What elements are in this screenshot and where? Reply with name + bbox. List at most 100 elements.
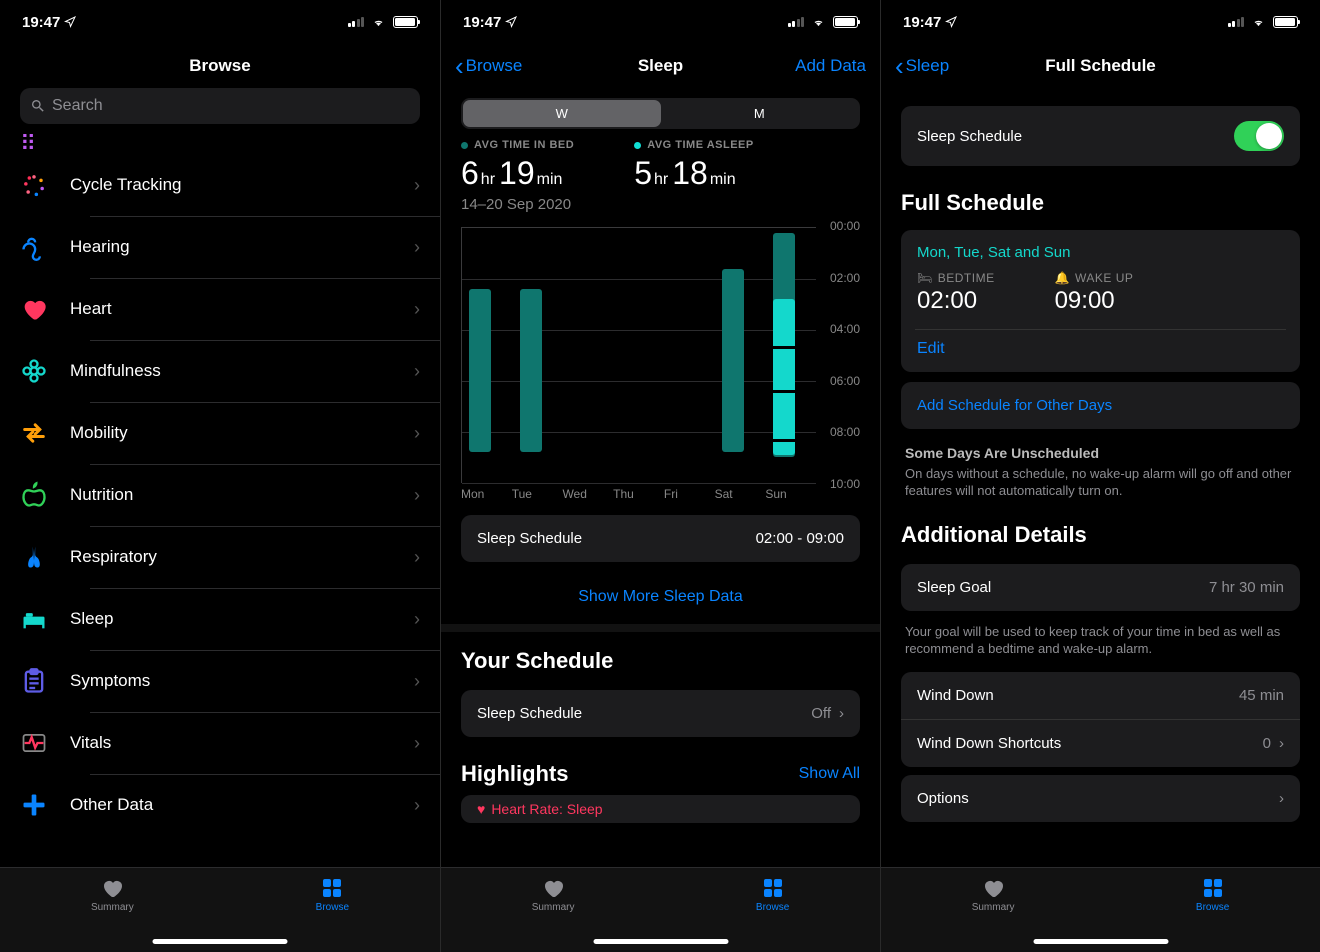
- options-row[interactable]: Options›: [901, 775, 1300, 822]
- browse-list: Cycle Tracking › Hearing › Heart ›: [0, 154, 440, 836]
- show-more-link[interactable]: Show More Sleep Data: [441, 570, 880, 624]
- grid-tab-icon: [319, 876, 345, 900]
- heart-row[interactable]: Heart ›: [0, 278, 440, 340]
- screen-sleep: 19:47 ‹Browse Sleep Add Data W M AVG TIM…: [440, 0, 880, 952]
- tab-bar: Summary Browse: [881, 867, 1320, 952]
- wifi-icon: [810, 16, 827, 28]
- tab-summary[interactable]: Summary: [91, 876, 134, 913]
- unscheduled-title: Some Days Are Unscheduled: [881, 437, 1320, 461]
- symptoms-row[interactable]: Symptoms ›: [0, 650, 440, 712]
- respiratory-row[interactable]: Respiratory ›: [0, 526, 440, 588]
- home-indicator[interactable]: [1033, 939, 1168, 944]
- tab-browse[interactable]: Browse: [316, 876, 349, 913]
- location-icon: [64, 16, 76, 28]
- schedule-row[interactable]: Sleep Schedule Off›: [461, 690, 860, 737]
- other-icon: [20, 791, 70, 819]
- chevron-right-icon: ›: [414, 733, 420, 754]
- chevron-left-icon: ‹: [895, 53, 904, 79]
- y-axis-labels: 00:0002:0004:0006:0008:0010:00: [820, 219, 860, 491]
- tab-summary[interactable]: Summary: [532, 876, 575, 913]
- hearing-icon: [20, 233, 70, 261]
- wifi-icon: [1250, 16, 1267, 28]
- tab-browse[interactable]: Browse: [1196, 876, 1229, 913]
- chevron-right-icon: ›: [414, 423, 420, 444]
- screen-browse: 19:47 Browse Search ⠿ Cycle Tracking: [0, 0, 440, 952]
- location-icon: [505, 16, 517, 28]
- battery-icon: [1273, 16, 1298, 28]
- x-axis-labels: MonTueWedThuFriSatSun: [461, 487, 816, 507]
- chevron-right-icon: ›: [1279, 735, 1284, 752]
- screen-full-schedule: 19:47 ‹Sleep Full Schedule Sleep Schedul…: [880, 0, 1320, 952]
- time-span-segmented[interactable]: W M: [461, 98, 860, 129]
- mindfulness-row[interactable]: Mindfulness ›: [0, 340, 440, 402]
- search-icon: [30, 98, 46, 114]
- tab-browse[interactable]: Browse: [756, 876, 789, 913]
- status-bar: 19:47: [441, 0, 880, 44]
- heart-icon: [20, 295, 70, 323]
- back-button[interactable]: ‹Browse: [455, 53, 522, 79]
- tab-summary[interactable]: Summary: [972, 876, 1015, 913]
- battery-icon: [833, 16, 858, 28]
- segment-month[interactable]: M: [661, 100, 859, 127]
- tab-bar: Summary Browse: [441, 867, 880, 952]
- hearing-row[interactable]: Hearing ›: [0, 216, 440, 278]
- sleep-chart[interactable]: 00:0002:0004:0006:0008:0010:00 MonTueWed…: [461, 227, 860, 507]
- chevron-right-icon: ›: [414, 609, 420, 630]
- back-button[interactable]: ‹Sleep: [895, 53, 949, 79]
- cycle-tracking-row[interactable]: Cycle Tracking ›: [0, 154, 440, 216]
- home-indicator[interactable]: [593, 939, 728, 944]
- edit-link[interactable]: Edit: [917, 340, 1284, 358]
- nutrition-row[interactable]: Nutrition ›: [0, 464, 440, 526]
- unscheduled-text: On days without a schedule, no wake-up a…: [881, 461, 1320, 506]
- nutrition-icon: [20, 481, 70, 509]
- schedule-days: Mon, Tue, Sat and Sun: [917, 244, 1284, 261]
- chevron-right-icon: ›: [414, 361, 420, 382]
- metric-asleep: AVG TIME ASLEEP 5hr18min: [634, 139, 754, 192]
- chevron-right-icon: ›: [414, 547, 420, 568]
- highlights-title: Highlights: [461, 761, 569, 787]
- vitals-row[interactable]: Vitals ›: [0, 712, 440, 774]
- status-bar: 19:47: [881, 0, 1320, 44]
- sleep-schedule-toggle-row: Sleep Schedule: [901, 106, 1300, 166]
- home-indicator[interactable]: [153, 939, 288, 944]
- status-time: 19:47: [22, 14, 60, 31]
- chevron-right-icon: ›: [414, 795, 420, 816]
- sleep-schedule-toggle[interactable]: [1234, 121, 1284, 151]
- sleep-goal-row[interactable]: Sleep Goal7 hr 30 min: [901, 564, 1300, 611]
- metric-in-bed: AVG TIME IN BED 6hr19min: [461, 139, 574, 192]
- highlight-card[interactable]: ♥Heart Rate: Sleep: [461, 795, 860, 823]
- segment-week[interactable]: W: [463, 100, 661, 127]
- wind-down-row[interactable]: Wind Down45 min: [901, 672, 1300, 719]
- heart-tab-icon: [980, 876, 1006, 900]
- date-range: 14–20 Sep 2020: [441, 194, 880, 223]
- other-data-row[interactable]: Other Data ›: [0, 774, 440, 836]
- search-input[interactable]: Search: [20, 88, 420, 124]
- sleep-schedule-summary[interactable]: Sleep Schedule 02:00 - 09:00: [461, 515, 860, 562]
- chevron-right-icon: ›: [414, 299, 420, 320]
- wakeup-value: 09:00: [1055, 287, 1134, 315]
- chevron-right-icon: ›: [414, 237, 420, 258]
- status-bar: 19:47: [0, 0, 440, 44]
- mobility-row[interactable]: Mobility ›: [0, 402, 440, 464]
- wind-down-shortcuts-row[interactable]: Wind Down Shortcuts 0›: [901, 719, 1300, 767]
- bedtime-value: 02:00: [917, 287, 995, 315]
- list-item-partial[interactable]: ⠿: [0, 134, 440, 154]
- heart-icon: ♥: [477, 801, 485, 817]
- respiratory-icon: [20, 543, 70, 571]
- cycle-tracking-icon: [20, 171, 70, 199]
- schedule-card[interactable]: Mon, Tue, Sat and Sun 🛏BEDTIME 02:00 🔔WA…: [901, 230, 1300, 372]
- sleep-icon: [20, 605, 70, 633]
- signal-icon: [348, 17, 365, 27]
- heart-tab-icon: [99, 876, 125, 900]
- sleep-goal-help: Your goal will be used to keep track of …: [881, 619, 1320, 664]
- add-data-button[interactable]: Add Data: [795, 56, 866, 76]
- add-schedule-button[interactable]: Add Schedule for Other Days: [901, 382, 1300, 429]
- sleep-row[interactable]: Sleep ›: [0, 588, 440, 650]
- search-placeholder: Search: [52, 97, 103, 115]
- chevron-right-icon: ›: [414, 485, 420, 506]
- show-all-link[interactable]: Show All: [799, 765, 860, 783]
- chevron-right-icon: ›: [1279, 790, 1284, 807]
- chevron-right-icon: ›: [414, 175, 420, 196]
- wifi-icon: [370, 16, 387, 28]
- symptoms-icon: [20, 667, 70, 695]
